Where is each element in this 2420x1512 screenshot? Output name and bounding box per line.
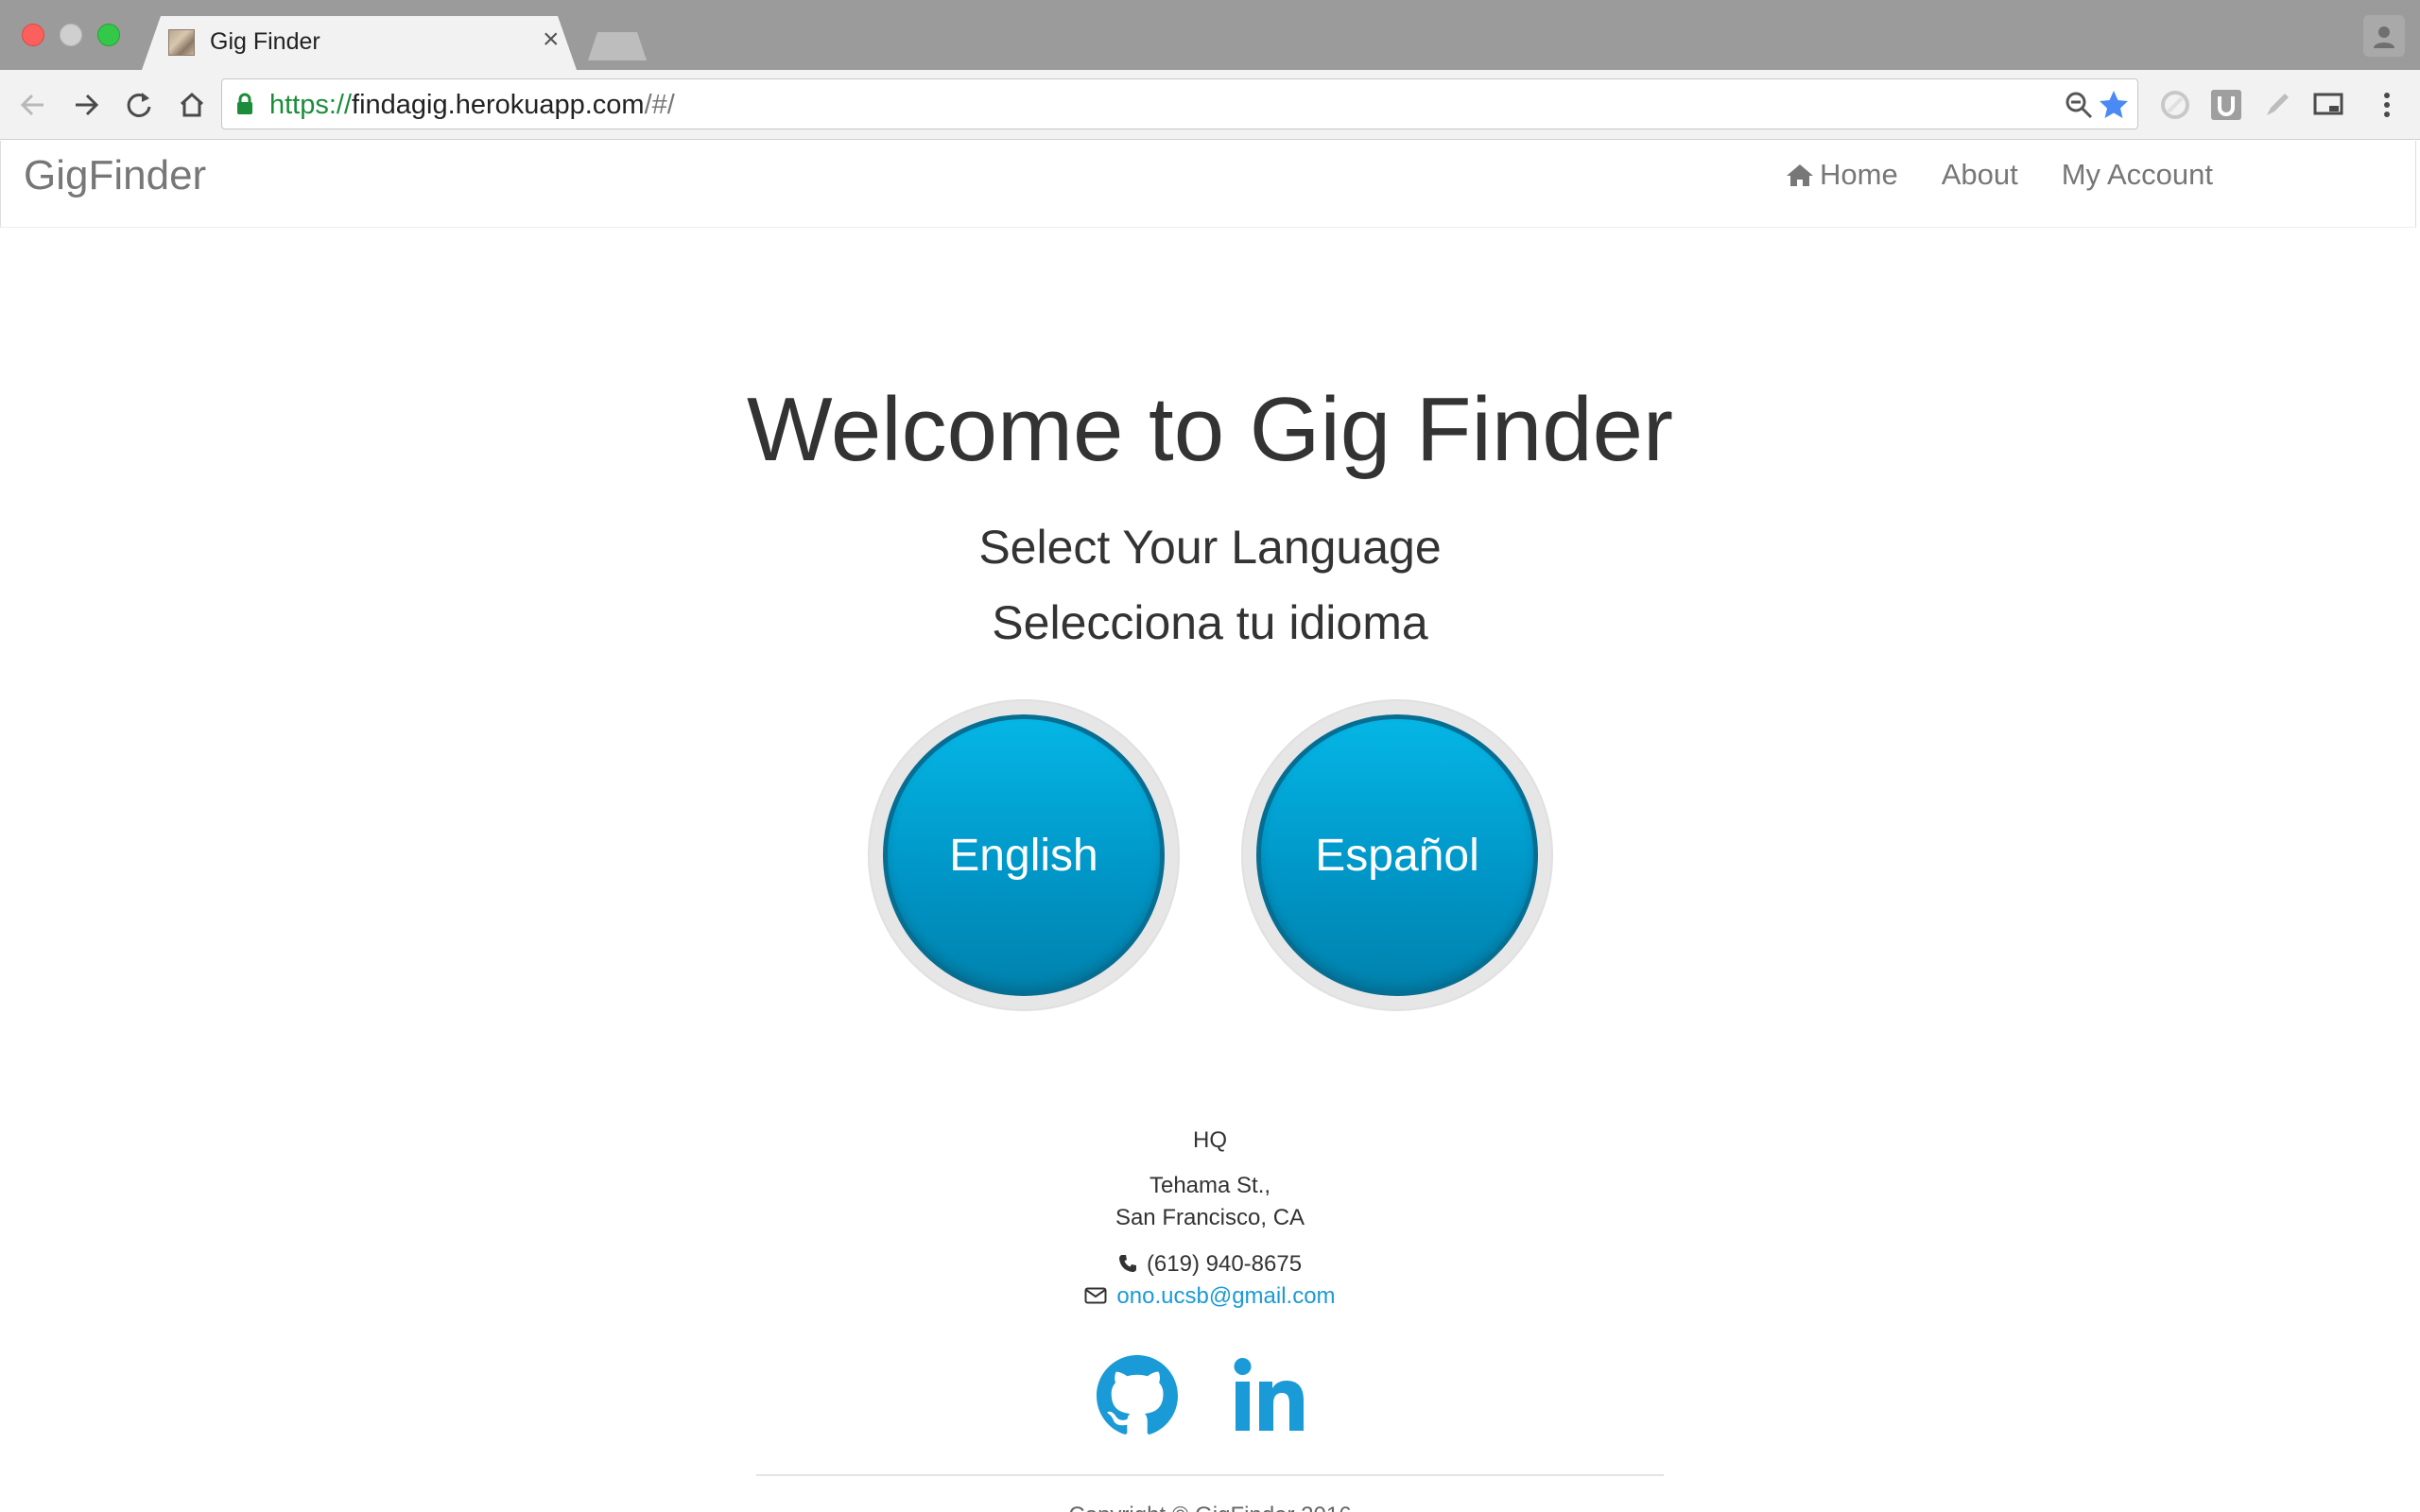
back-icon[interactable] (15, 87, 51, 123)
browser-tabstrip: Gig Finder × (0, 0, 2420, 70)
nav-links: Home About My Account (1786, 158, 2256, 192)
minimize-window-button[interactable] (60, 24, 82, 46)
email-link[interactable]: ono.ucsb@gmail.com (1116, 1283, 1335, 1309)
tab-close-icon[interactable]: × (543, 26, 560, 54)
address-bar[interactable]: https://findagig.herokuapp.com/#/ (221, 78, 2138, 129)
email-line: ono.ucsb@gmail.com (0, 1283, 2420, 1310)
phone-line: (619) 940-8675 (0, 1251, 2420, 1278)
browser-tab[interactable]: Gig Finder × (142, 16, 577, 70)
zoom-icon[interactable] (2064, 90, 2094, 120)
favicon-icon (168, 29, 195, 56)
espanol-button[interactable]: Español (1241, 699, 1553, 1011)
espanol-button-label: Español (1315, 830, 1479, 881)
url-text: https://findagig.herokuapp.com/#/ (269, 90, 675, 120)
nav-home[interactable]: Home (1786, 158, 1898, 192)
select-language-heading: Select Your Language (978, 521, 1442, 574)
envelope-icon (1084, 1287, 1107, 1304)
phone-number: (619) 940-8675 (1146, 1251, 1303, 1277)
profile-button[interactable] (2363, 15, 2405, 57)
maximize-window-button[interactable] (97, 24, 120, 46)
english-button[interactable]: English (868, 699, 1180, 1011)
address-line-2: San Francisco, CA (1115, 1205, 1305, 1230)
extension-pen-icon[interactable] (2261, 89, 2293, 121)
forward-icon[interactable] (68, 87, 104, 123)
hq-label: HQ (1193, 1127, 1227, 1153)
nav-about[interactable]: About (1942, 158, 2018, 192)
cast-icon[interactable] (2312, 89, 2344, 121)
reload-icon[interactable] (121, 87, 157, 123)
browser-toolbar: https://findagig.herokuapp.com/#/ (0, 70, 2420, 140)
person-icon (2374, 26, 2394, 48)
footer-divider (756, 1474, 1664, 1476)
selecciona-idioma-heading: Selecciona tu idioma (992, 596, 1428, 649)
home-icon (1787, 164, 1813, 186)
new-tab-button[interactable] (588, 32, 647, 60)
linkedin-icon[interactable] (1234, 1355, 1315, 1436)
home-page-icon[interactable] (174, 87, 210, 123)
lock-icon (237, 93, 252, 114)
nav-home-label: Home (1820, 158, 1898, 191)
bookmark-star-icon[interactable] (2098, 89, 2130, 121)
brand-logo[interactable]: GigFinder (24, 152, 206, 199)
close-window-button[interactable] (22, 24, 44, 46)
tab-title: Gig Finder (210, 28, 320, 55)
phone-icon (1118, 1254, 1136, 1272)
address-line-1: Tehama St., (1149, 1173, 1271, 1198)
menu-kebab-icon[interactable] (2371, 89, 2403, 121)
site-navbar: GigFinder Home About My Account (0, 141, 2416, 228)
extension-u-icon[interactable] (2210, 89, 2242, 121)
copyright-text: Copyright © GigFinder 2016 (0, 1503, 2420, 1512)
nav-my-account[interactable]: My Account (2062, 158, 2213, 192)
extension-swirl-icon[interactable] (2159, 89, 2191, 121)
github-icon[interactable] (1097, 1355, 1178, 1436)
page-title: Welcome to Gig Finder (747, 379, 1673, 480)
english-button-label: English (949, 830, 1098, 881)
